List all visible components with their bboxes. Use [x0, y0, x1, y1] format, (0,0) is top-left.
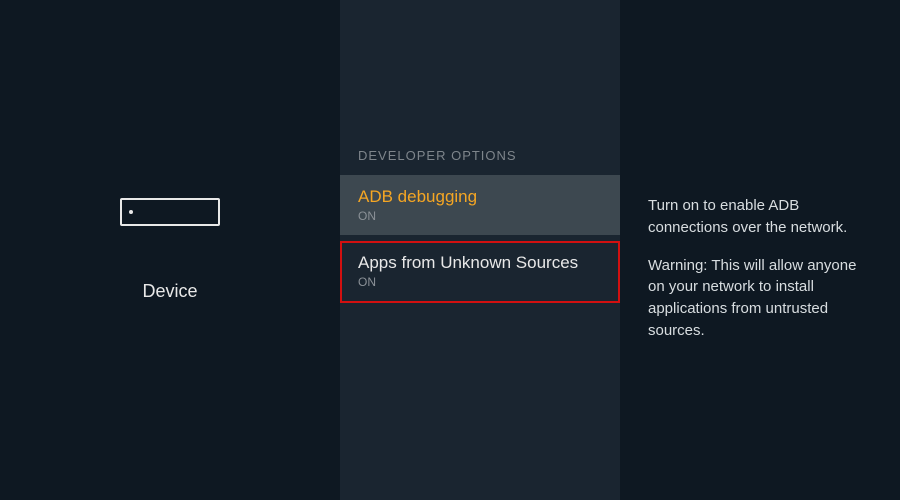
option-title: Apps from Unknown Sources: [358, 253, 602, 273]
device-icon: [120, 198, 220, 226]
option-status: ON: [358, 209, 602, 223]
description-paragraph: Turn on to enable ADB connections over t…: [648, 195, 872, 239]
left-panel: Device: [0, 0, 340, 500]
device-label: Device: [142, 281, 197, 302]
description-panel: Turn on to enable ADB connections over t…: [620, 0, 900, 500]
option-adb-debugging[interactable]: ADB debugging ON: [340, 175, 620, 235]
section-header: DEVELOPER OPTIONS: [340, 148, 620, 175]
option-title: ADB debugging: [358, 187, 602, 207]
description-text: Turn on to enable ADB connections over t…: [648, 195, 872, 342]
option-apps-unknown-sources[interactable]: Apps from Unknown Sources ON: [340, 241, 620, 303]
description-warning: Warning: This will allow anyone on your …: [648, 255, 872, 342]
settings-list-panel: DEVELOPER OPTIONS ADB debugging ON Apps …: [340, 0, 620, 500]
option-status: ON: [358, 275, 602, 289]
